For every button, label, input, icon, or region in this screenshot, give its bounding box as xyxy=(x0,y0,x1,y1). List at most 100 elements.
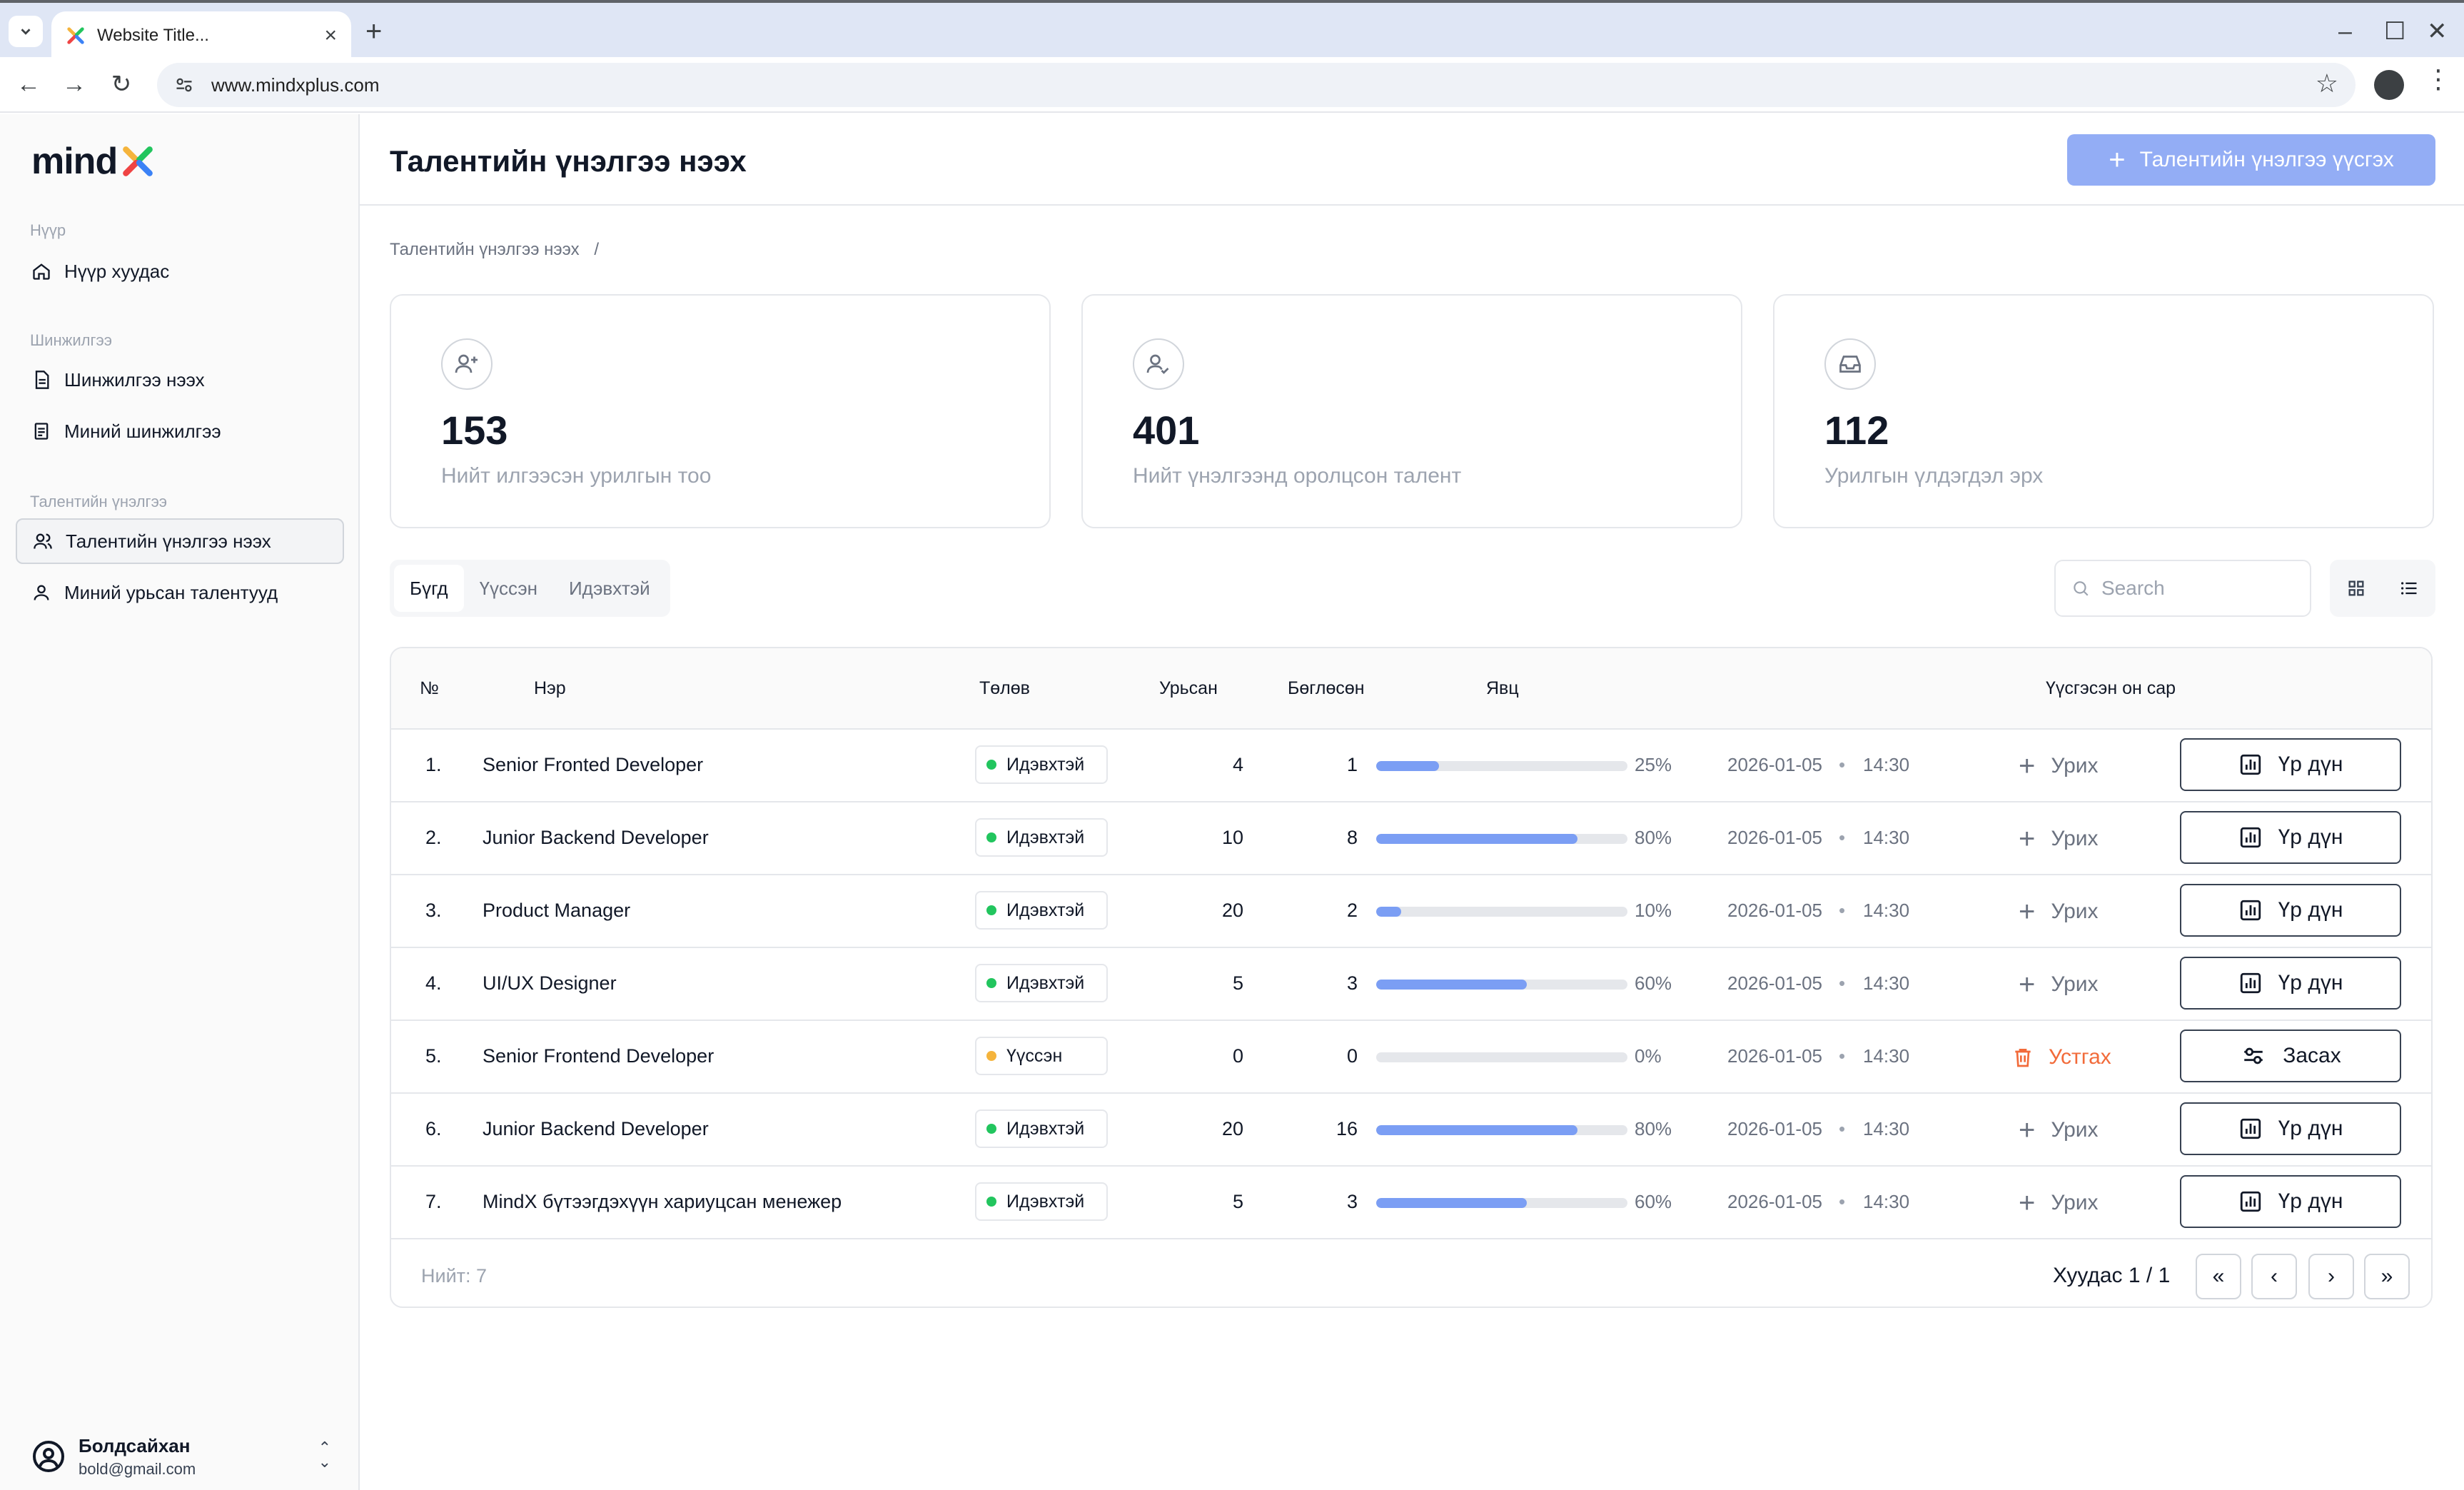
chevron-down-icon xyxy=(21,29,31,35)
status-dot xyxy=(986,1197,996,1207)
breadcrumb-item[interactable]: Талентийн үнэлгээ нээх xyxy=(390,240,580,259)
url-text: www.mindxplus.com xyxy=(211,74,380,96)
row-time: 14:30 xyxy=(1863,1045,1910,1067)
status-badge: Идэвхтэй xyxy=(975,1109,1108,1148)
grid-view-icon[interactable] xyxy=(2346,578,2366,598)
sidebar-item-open-analysis[interactable]: Шинжилгээ нээх xyxy=(16,357,344,403)
results-button[interactable]: Үр дүн xyxy=(2180,811,2401,864)
window-close-icon[interactable]: ✕ xyxy=(2427,16,2448,47)
row-date: 2026-01-05 xyxy=(1727,1045,1822,1067)
table-row: 1. Senior Fronted Developer Идэвхтэй 4 1… xyxy=(391,730,2431,802)
progress-fill xyxy=(1376,834,1577,844)
tab-created[interactable]: Үүссэн xyxy=(464,565,553,612)
row-completed: 2 xyxy=(1346,900,1358,921)
column-header-created: Үүсгэсэн он сар xyxy=(2046,678,2176,698)
last-page-button[interactable]: » xyxy=(2364,1254,2410,1299)
stat-card-invitations: 153 Нийт илгээсэн урилгын тоо xyxy=(390,294,1051,528)
browser-tab[interactable]: Website Title... × xyxy=(51,11,351,60)
stat-value: 401 xyxy=(1133,408,1200,453)
tab-close-icon[interactable]: × xyxy=(324,24,337,48)
results-button[interactable]: Үр дүн xyxy=(2180,1175,2401,1228)
prev-page-button[interactable]: ‹ xyxy=(2251,1254,2297,1299)
tab-active[interactable]: Идэвхтэй xyxy=(553,565,666,612)
invite-button[interactable]: + Урих xyxy=(2019,1111,2099,1149)
date-separator: • xyxy=(1839,1118,1846,1139)
bar-chart-icon xyxy=(2240,900,2261,921)
sidebar-item-my-analysis[interactable]: Миний шинжилгээ xyxy=(16,408,344,454)
site-settings-icon[interactable] xyxy=(174,75,194,95)
column-header-name: Нэр xyxy=(534,678,566,698)
row-name[interactable]: Junior Backend Developer xyxy=(483,1118,709,1140)
progress-fill xyxy=(1376,980,1528,990)
plus-icon: + xyxy=(2019,1114,2036,1146)
results-button[interactable]: Үр дүн xyxy=(2180,884,2401,937)
row-invited: 0 xyxy=(1232,1045,1243,1067)
row-name[interactable]: MindX бүтээгдэхүүн хариуцсан менежер xyxy=(483,1191,842,1213)
chevron-updown-icon[interactable]: ⌃ ⌄ xyxy=(318,1440,331,1470)
list-view-icon[interactable] xyxy=(2399,578,2419,598)
invite-button[interactable]: + Урих xyxy=(2019,965,2099,1004)
inbox-icon xyxy=(1824,338,1876,390)
results-button[interactable]: Үр дүн xyxy=(2180,738,2401,791)
progress-fill xyxy=(1376,761,1439,771)
plus-icon: + xyxy=(2019,822,2036,855)
user-menu[interactable]: Болдсайхан bold@gmail.com ⌃ ⌄ xyxy=(31,1428,331,1485)
sidebar-item-home[interactable]: Нүүр хуудас xyxy=(16,248,344,294)
results-button[interactable]: Үр дүн xyxy=(2180,957,2401,1010)
row-name[interactable]: Senior Fronted Developer xyxy=(483,754,703,776)
tab-search-button[interactable] xyxy=(9,16,43,47)
row-date: 2026-01-05 xyxy=(1727,754,1822,775)
menu-kebab-icon[interactable]: ⋮ xyxy=(2425,64,2451,94)
back-icon[interactable]: ← xyxy=(11,67,46,101)
table-header: № Нэр Төлөв Урьсан Бөглөсөн Явц Үүсгэсэн… xyxy=(391,648,2431,730)
column-header-completed: Бөглөсөн xyxy=(1288,678,1365,698)
address-bar[interactable]: www.mindxplus.com ☆ xyxy=(157,63,2356,107)
progress-bar xyxy=(1376,761,1627,771)
row-completed: 3 xyxy=(1346,972,1358,994)
tab-all[interactable]: Бүгд xyxy=(394,565,464,612)
maximize-icon[interactable]: ☐ xyxy=(2384,16,2405,47)
status-dot xyxy=(986,978,996,988)
date-separator: • xyxy=(1839,754,1846,775)
profile-icon[interactable] xyxy=(2374,70,2404,100)
date-separator: • xyxy=(1839,827,1846,848)
clipboard-icon xyxy=(34,423,49,440)
section-label-home: Нүүр xyxy=(30,221,66,239)
mindx-logo[interactable]: mind xyxy=(31,140,156,183)
row-number: 4. xyxy=(425,972,442,994)
invite-button[interactable]: + Урих xyxy=(2019,892,2099,931)
bookmark-star-icon[interactable]: ☆ xyxy=(2316,69,2338,99)
invite-button[interactable]: + Урих xyxy=(2019,820,2099,858)
row-name[interactable]: UI/UX Designer xyxy=(483,972,617,995)
delete-button[interactable]: Устгах xyxy=(2011,1038,2111,1077)
progress-fill xyxy=(1376,1198,1528,1208)
table-footer: Нийт: 7 Хуудас 1 / 1 « ‹ › » xyxy=(391,1244,2431,1307)
plus-icon: + xyxy=(2019,1187,2036,1219)
table-row: 5. Senior Frontend Developer Үүссэн 0 0 … xyxy=(391,1021,2431,1094)
row-name[interactable]: Senior Frontend Developer xyxy=(483,1045,714,1067)
row-invited: 4 xyxy=(1232,754,1243,775)
reload-icon[interactable]: ↻ xyxy=(104,67,138,101)
row-invited: 5 xyxy=(1232,1191,1243,1212)
next-page-button[interactable]: › xyxy=(2308,1254,2354,1299)
row-name[interactable]: Product Manager xyxy=(483,900,630,922)
row-number: 5. xyxy=(425,1045,442,1067)
invite-button[interactable]: + Урих xyxy=(2019,1184,2099,1222)
sidebar-item-my-invited-talents[interactable]: Миний урьсан талентууд xyxy=(16,570,344,615)
results-button[interactable]: Үр дүн xyxy=(2180,1102,2401,1155)
edit-button[interactable]: Засах xyxy=(2180,1030,2401,1082)
new-tab-icon[interactable]: + xyxy=(365,16,382,47)
status-dot xyxy=(986,832,996,842)
sidebar: mind Нүүр Нүүр хуудас Шинжилгээ Шинжилгэ… xyxy=(0,114,360,1490)
users-icon xyxy=(34,533,52,549)
first-page-button[interactable]: « xyxy=(2196,1254,2241,1299)
search-input[interactable]: Search xyxy=(2054,560,2311,617)
avatar-icon xyxy=(33,1441,64,1472)
sidebar-item-open-talent-assessment[interactable]: Талентийн үнэлгээ нээх xyxy=(16,518,344,564)
minimize-icon[interactable]: – xyxy=(2338,16,2352,47)
invite-button[interactable]: + Урих xyxy=(2019,747,2099,785)
create-assessment-button[interactable]: + Талентийн үнэлгээ үүсгэх xyxy=(2067,134,2435,186)
forward-icon[interactable]: → xyxy=(57,67,91,101)
browser-tab-strip: Website Title... × + – ☐ ✕ xyxy=(0,0,2464,60)
row-name[interactable]: Junior Backend Developer xyxy=(483,827,709,849)
